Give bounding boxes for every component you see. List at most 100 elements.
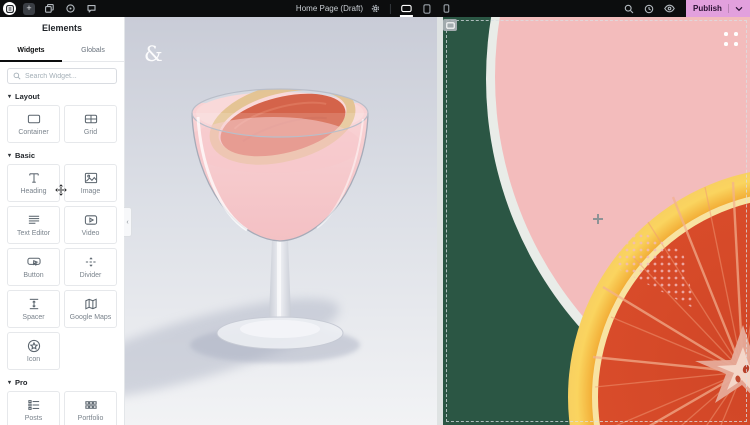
widget-card-container[interactable]: Container xyxy=(7,105,60,143)
widget-card-video[interactable]: Video xyxy=(64,206,117,244)
widget-label: Posts xyxy=(25,415,43,422)
topbar-divider xyxy=(390,4,391,14)
site-logo: & xyxy=(144,42,163,66)
move-cursor xyxy=(55,184,67,196)
publish-label: Publish xyxy=(693,4,722,13)
widget-card-button[interactable]: Button xyxy=(7,248,60,286)
structure-icon xyxy=(45,4,54,13)
widget-label: Container xyxy=(18,129,48,136)
elements-panel: Elements Widgets Globals ▾ Layout xyxy=(0,17,125,425)
mobile-icon xyxy=(443,4,450,13)
finder-button[interactable] xyxy=(622,2,636,16)
theme-builder-icon xyxy=(66,4,75,13)
widget-card-portfolio[interactable]: Portfolio xyxy=(64,391,117,425)
notes-button[interactable] xyxy=(84,2,98,16)
topbar: + Home Page (Draft) xyxy=(0,0,750,17)
container-handle[interactable] xyxy=(443,19,457,31)
tab-widgets[interactable]: Widgets xyxy=(0,39,62,61)
button-icon xyxy=(26,255,42,269)
widget-card-google-maps[interactable]: Google Maps xyxy=(64,290,117,328)
spacer-icon xyxy=(26,297,42,311)
preview-button[interactable] xyxy=(662,2,676,16)
grid-icon xyxy=(83,112,99,126)
page-title: Home Page (Draft) xyxy=(296,4,363,13)
speech-bubble-icon xyxy=(87,4,96,13)
structure-button[interactable] xyxy=(42,2,56,16)
widget-label: Spacer xyxy=(22,314,44,321)
device-tablet-button[interactable] xyxy=(419,0,434,17)
image-icon xyxy=(83,171,99,185)
topbar-left-cluster: + xyxy=(0,0,98,17)
widget-card-posts[interactable]: Posts xyxy=(7,391,60,425)
eye-icon xyxy=(664,4,675,13)
history-clock-icon xyxy=(644,4,654,14)
section-label: Layout xyxy=(15,92,40,101)
topbar-right-cluster: Publish xyxy=(622,0,750,17)
video-icon xyxy=(83,213,99,227)
elementor-editor: + Home Page (Draft) xyxy=(0,0,750,425)
add-element-button[interactable]: + xyxy=(23,3,35,15)
section-drag-handle[interactable] xyxy=(724,32,739,47)
section-label: Pro xyxy=(15,378,28,387)
tablet-icon xyxy=(423,4,431,14)
widget-card-spacer[interactable]: Spacer xyxy=(7,290,60,328)
page-settings-button[interactable] xyxy=(368,2,382,16)
widget-card-grid[interactable]: Grid xyxy=(64,105,117,143)
section-header-basic[interactable]: ▾ Basic xyxy=(8,151,116,160)
theme-builder-button[interactable] xyxy=(63,2,77,16)
caret-down-icon: ▾ xyxy=(8,94,11,100)
widget-card-text-editor[interactable]: Text Editor xyxy=(7,206,60,244)
widget-label: Video xyxy=(82,230,100,237)
container-icon xyxy=(446,22,455,29)
portfolio-icon xyxy=(83,398,99,412)
caret-down-icon: ▾ xyxy=(8,153,11,159)
widget-label: Google Maps xyxy=(70,314,112,321)
elementor-menu-button[interactable] xyxy=(3,2,16,15)
caret-down-icon: ▾ xyxy=(8,380,11,386)
widget-card-icon[interactable]: Icon xyxy=(7,332,60,370)
elementor-logo-icon xyxy=(6,5,14,13)
panel-title: Elements xyxy=(0,17,124,39)
topbar-center-cluster: Home Page (Draft) xyxy=(296,0,454,17)
widget-label: Image xyxy=(81,188,100,195)
widget-card-image[interactable]: Image xyxy=(64,164,117,202)
chevron-down-icon[interactable] xyxy=(735,6,743,12)
widget-label: Divider xyxy=(80,272,102,279)
section-label: Basic xyxy=(15,151,35,160)
basic-widgets: Heading xyxy=(7,164,117,370)
publish-button[interactable]: Publish xyxy=(686,0,750,17)
search-icon xyxy=(624,4,634,14)
widget-search xyxy=(7,68,117,84)
history-button[interactable] xyxy=(642,2,656,16)
widget-label: Icon xyxy=(27,356,40,363)
widget-label: Button xyxy=(23,272,43,279)
device-mobile-button[interactable] xyxy=(439,0,454,17)
widget-label: Portfolio xyxy=(78,415,104,422)
section-header-layout[interactable]: ▾ Layout xyxy=(8,92,116,101)
desktop-icon xyxy=(401,4,412,13)
cocktail-photo xyxy=(125,17,437,425)
widget-card-divider[interactable]: Divider xyxy=(64,248,117,286)
gear-icon xyxy=(371,4,380,13)
widget-label: Grid xyxy=(84,129,97,136)
widget-list: ▾ Layout Container xyxy=(0,84,124,425)
selected-container[interactable] xyxy=(443,17,750,425)
pro-widgets: Posts Portfolio xyxy=(7,391,117,425)
crosshair-cursor xyxy=(593,214,603,224)
widget-label: Heading xyxy=(20,188,46,195)
tab-globals[interactable]: Globals xyxy=(62,39,124,61)
panel-collapse-toggle[interactable]: ‹ xyxy=(124,207,132,237)
editor-main: Elements Widgets Globals ▾ Layout xyxy=(0,17,750,425)
section-header-pro[interactable]: ▾ Pro xyxy=(8,378,116,387)
layout-widgets: Container Grid xyxy=(7,105,117,143)
panel-tabs: Widgets Globals xyxy=(0,39,124,62)
publish-button-divider xyxy=(728,4,729,13)
widget-label: Text Editor xyxy=(17,230,50,237)
search-icon xyxy=(13,72,21,80)
container-icon xyxy=(26,112,42,126)
device-desktop-button[interactable] xyxy=(399,0,414,17)
search-input[interactable] xyxy=(25,73,111,80)
widget-card-heading[interactable]: Heading xyxy=(7,164,60,202)
photo-container[interactable]: & xyxy=(125,17,437,425)
google-maps-icon xyxy=(83,297,99,311)
